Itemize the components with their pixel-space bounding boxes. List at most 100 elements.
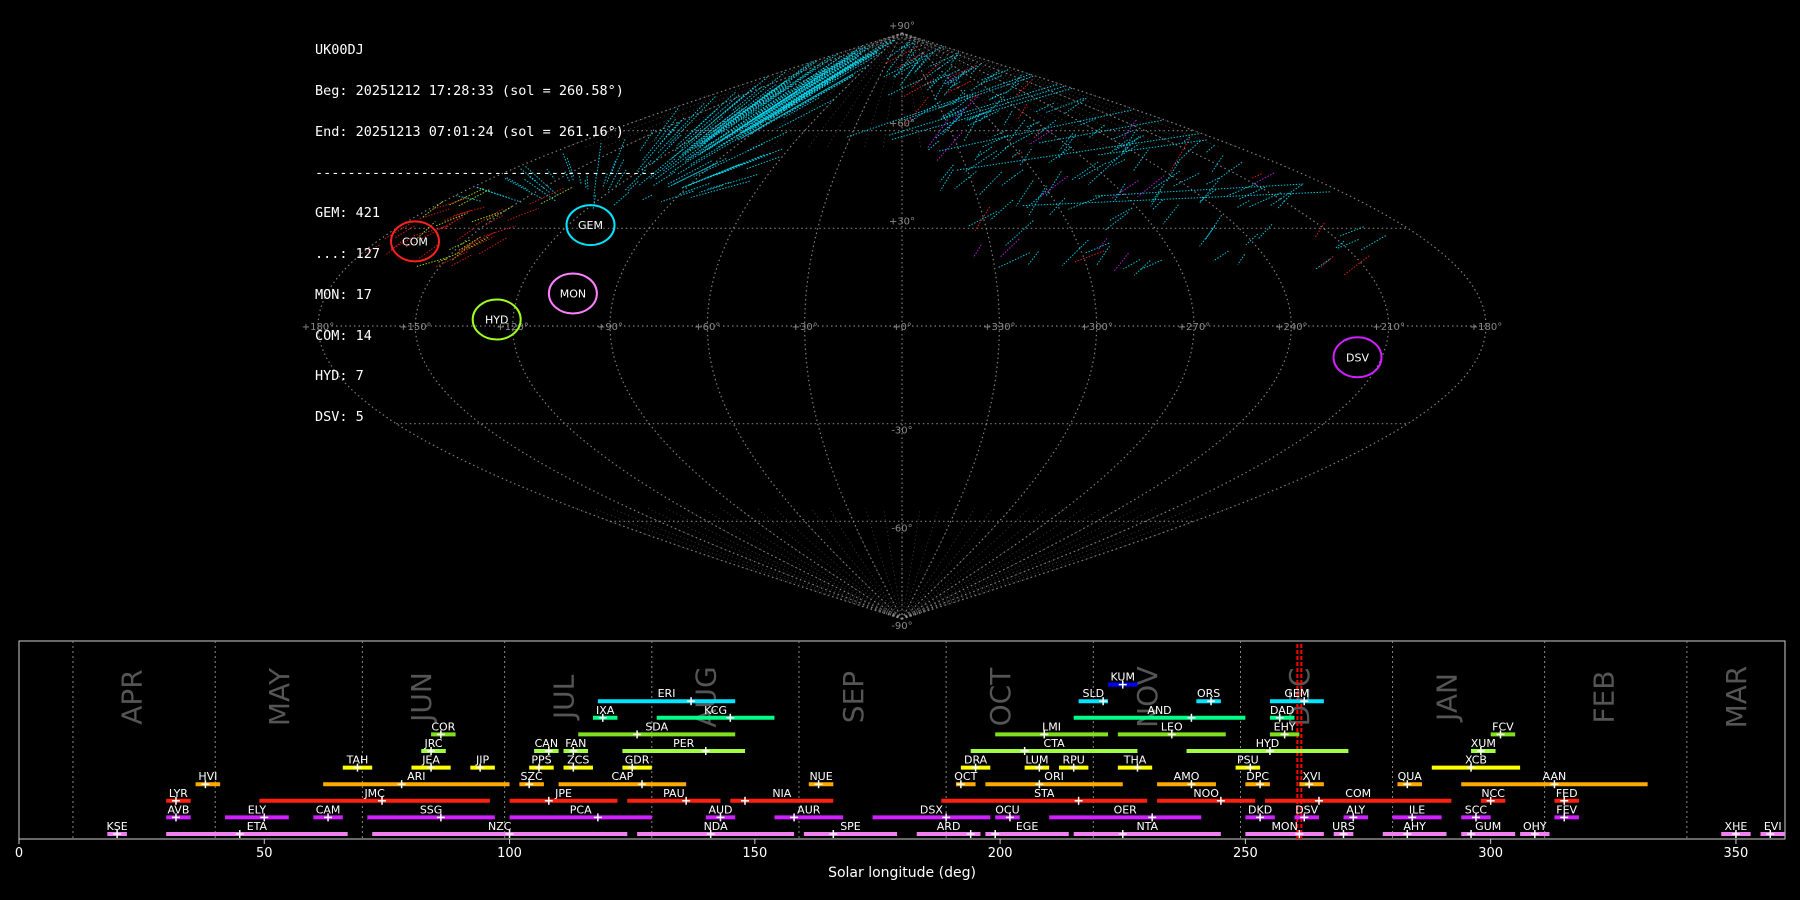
x-axis-label: Solar longitude (deg) <box>828 865 976 881</box>
polar-meridian <box>611 507 903 620</box>
shower-label: XCB <box>1465 754 1487 767</box>
polar-meridian <box>901 507 1084 620</box>
ra-tick-label: +300° <box>1080 322 1112 333</box>
meteor-track <box>668 96 716 145</box>
shower-label: NOO <box>1193 787 1219 800</box>
polar-meridian <box>756 507 903 620</box>
polar-meridian <box>901 507 1066 620</box>
meteor-track <box>981 134 1009 148</box>
month-label: JUL <box>547 674 580 721</box>
shower-label: AUD <box>708 803 732 816</box>
meteor-track <box>933 74 950 101</box>
polar-meridian <box>684 507 903 620</box>
shower-label: KCG <box>704 704 727 717</box>
shower-label: CAN <box>535 737 558 750</box>
meteor-track <box>690 180 750 198</box>
polar-meridian <box>901 508 975 620</box>
meteor-track <box>1013 169 1024 177</box>
shower-label: LMI <box>1042 720 1061 733</box>
shower-label: ARI <box>407 770 425 783</box>
polar-meridian <box>720 507 903 620</box>
meteor-track <box>989 91 1008 99</box>
polar-meridian <box>575 507 903 620</box>
shower-label: ETA <box>247 820 268 833</box>
shower-label: NTA <box>1136 820 1158 833</box>
shower-label: DRA <box>964 754 988 767</box>
radiant-label: DSV <box>1346 351 1369 364</box>
ra-tick-label: +30° <box>792 322 818 333</box>
meteor-track <box>719 56 831 135</box>
ra-tick-label: +270° <box>1178 322 1210 333</box>
meteor-track <box>1076 162 1107 181</box>
meteor-track <box>1314 222 1325 238</box>
meteor-track <box>1236 200 1250 209</box>
shower-label: PSU <box>1237 754 1259 767</box>
shower-label: ORS <box>1197 687 1220 700</box>
meteor-track <box>909 101 941 123</box>
shower-label: EVI <box>1764 820 1782 833</box>
x-tick-label: 150 <box>742 846 767 861</box>
polar-meridian <box>901 507 1157 620</box>
end-time: End: 20251213 07:01:24 (sol = 261.16°) <box>315 123 624 140</box>
ra-tick-label: +240° <box>1275 322 1307 333</box>
meteor-track <box>1038 119 1162 144</box>
meteor-track <box>989 93 1002 101</box>
shower-label: JEA <box>421 754 440 767</box>
meteor-track <box>999 238 1020 258</box>
meteor-track <box>1035 102 1054 113</box>
meteor-track <box>1360 235 1387 251</box>
ra-tick-label: +210° <box>1372 322 1404 333</box>
shower-label: OCT <box>954 770 977 783</box>
meteor-track <box>893 49 917 79</box>
meteor-track <box>746 131 787 152</box>
shower-label: HVI <box>198 770 217 783</box>
x-tick-label: 50 <box>256 846 273 861</box>
polar-meridian <box>622 35 894 148</box>
meteor-track <box>951 52 959 64</box>
count-hyd: HYD: 7 <box>315 368 364 385</box>
meteor-track <box>1320 255 1334 268</box>
dec-tick-label: +90° <box>889 21 915 32</box>
x-tick-label: 300 <box>1478 846 1503 861</box>
meteor-track <box>1046 98 1085 113</box>
shower-label: THA <box>1123 754 1147 767</box>
polar-meridian <box>665 507 903 620</box>
ra-tick-label: +180° <box>1470 322 1502 333</box>
polar-meridian <box>827 36 901 148</box>
shower-label: ORI <box>1044 770 1064 783</box>
meteor-track <box>1342 255 1370 277</box>
shower-label: NUE <box>809 770 832 783</box>
meteor-track <box>1015 180 1034 207</box>
polar-meridian <box>738 507 903 620</box>
month-label: OCT <box>984 667 1017 727</box>
meteor-track <box>924 54 959 79</box>
meteor-track <box>1045 171 1062 197</box>
meteor-track <box>1237 254 1246 265</box>
meteor-track <box>945 67 973 85</box>
meteor-track <box>1074 250 1105 263</box>
shower-label: AHY <box>1403 820 1426 833</box>
meridian-line <box>804 32 903 620</box>
shower-label: FAN <box>565 737 586 750</box>
meteor-track <box>1245 233 1259 246</box>
shower-label: PPS <box>531 754 551 767</box>
shower-label: SDA <box>645 720 668 733</box>
meteor-track <box>1151 170 1181 190</box>
shower-label: ALY <box>1346 803 1365 816</box>
shower-label: AUR <box>797 803 821 816</box>
meteor-track <box>1339 226 1364 237</box>
shower-label: ILE <box>1409 803 1425 816</box>
shower-label: EHY <box>1274 720 1296 733</box>
shower-label: GDR <box>625 754 650 767</box>
shower-label: NDA <box>704 820 729 833</box>
polar-meridian <box>901 507 1102 620</box>
shower-label: SCC <box>1465 803 1488 816</box>
meteor-track <box>1213 250 1229 262</box>
meteor-track <box>938 109 1132 152</box>
shower-timeline: APR MAY JUN JUL AUG SEP OCT NOV DEC JAN FEB MARKUME… <box>15 640 1786 881</box>
meteor-track <box>826 40 895 82</box>
shower-label: DPC <box>1246 770 1269 783</box>
dec-tick-label: -60° <box>891 523 912 534</box>
count-mon: MON: 17 <box>315 286 372 303</box>
meteor-track <box>1021 191 1331 207</box>
